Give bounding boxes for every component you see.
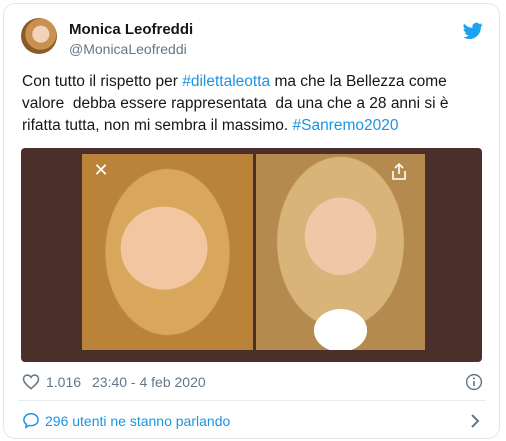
photo-left[interactable] xyxy=(82,154,253,350)
speech-bubble-icon xyxy=(23,412,39,429)
avatar[interactable] xyxy=(21,18,57,54)
like-count[interactable]: 1.016 xyxy=(46,374,81,390)
tweet-text-start: Con tutto il rispetto per xyxy=(22,73,183,90)
tweet-text: Con tutto il rispetto per #dilettaleotta… xyxy=(22,71,482,137)
author-handle[interactable]: @MonicaLeofreddi xyxy=(69,41,187,57)
heart-icon[interactable] xyxy=(22,373,40,390)
tweet-media[interactable]: ✕ xyxy=(21,148,482,362)
close-icon[interactable]: ✕ xyxy=(93,161,109,179)
tweet-meta: 1.016 23:40 - 4 feb 2020 xyxy=(22,372,484,392)
hashtag-link[interactable]: #dilettaleotta xyxy=(182,73,270,90)
hashtag-link[interactable]: #Sanremo2020 xyxy=(292,117,398,134)
author-name[interactable]: Monica Leofreddi xyxy=(69,21,193,38)
conversation-label[interactable]: 296 utenti ne stanno parlando xyxy=(45,413,230,429)
info-icon[interactable] xyxy=(465,373,483,391)
chevron-right-icon[interactable] xyxy=(470,413,480,429)
photo-right[interactable] xyxy=(256,154,425,350)
twitter-bird-icon[interactable] xyxy=(463,22,483,40)
tweet-header: Monica Leofreddi @MonicaLeofreddi xyxy=(21,18,483,62)
conversation-link[interactable]: 296 utenti ne stanno parlando xyxy=(22,411,484,431)
share-icon[interactable] xyxy=(391,163,407,181)
tweet-card: Monica Leofreddi @MonicaLeofreddi Con tu… xyxy=(3,3,500,439)
timestamp[interactable]: 23:40 - 4 feb 2020 xyxy=(92,374,206,390)
divider xyxy=(18,400,486,401)
